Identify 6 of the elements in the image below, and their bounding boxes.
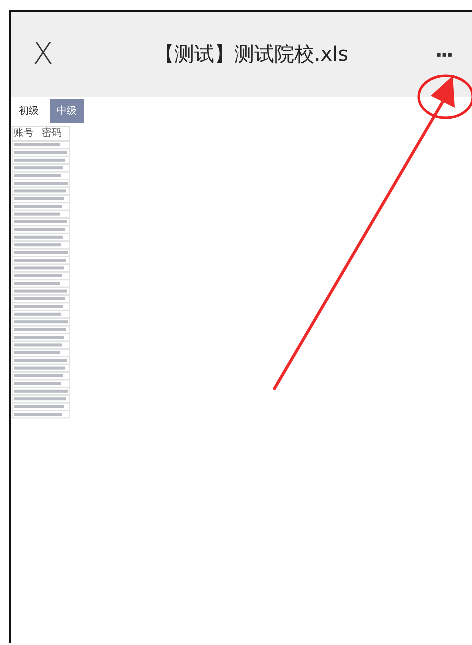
window-title: 【测试】测试院校.xls <box>154 41 349 68</box>
more-icon[interactable]: ··· <box>435 42 452 66</box>
column-header: 密码 <box>41 127 63 140</box>
close-icon[interactable]: X <box>33 37 54 72</box>
column-header: 账号 <box>13 127 35 140</box>
sheet-tab[interactable]: 中级 <box>50 99 84 123</box>
